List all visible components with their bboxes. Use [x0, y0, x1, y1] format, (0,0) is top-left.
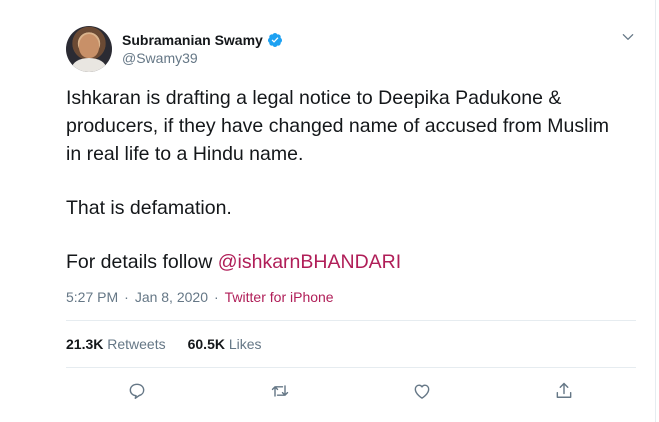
tweet-text: Ishkaran is drafting a legal notice to D… [66, 84, 626, 276]
share-icon [556, 382, 572, 398]
tweet-paragraph-1: Ishkaran is drafting a legal notice to D… [66, 87, 610, 165]
tweet-prefix-text: For details follow [66, 251, 218, 273]
reply-icon [129, 383, 145, 399]
action-bar [0, 380, 655, 402]
author-handle[interactable]: @Swamy39 [122, 50, 198, 66]
like-button[interactable] [411, 380, 433, 402]
author-name[interactable]: Subramanian Swamy [122, 32, 263, 48]
tweet-paragraph-3: For details follow @ishkarnBHANDARI [66, 248, 626, 276]
retweet-button[interactable] [269, 380, 291, 402]
meta-separator: · [124, 289, 129, 305]
mention-link[interactable]: @ishkarnBHANDARI [218, 251, 401, 273]
tweet-paragraph-2: That is defamation. [66, 197, 232, 219]
divider-top [66, 320, 636, 321]
retweets-count: 21.3K [66, 336, 104, 352]
tweet-card: Subramanian Swamy @Swamy39 Ishkaran is d… [0, 0, 656, 422]
retweet-icon [271, 385, 289, 397]
tweet-date[interactable]: Jan 8, 2020 [135, 289, 208, 305]
tweet-stats: 21.3K Retweets 60.5K Likes [66, 336, 284, 352]
likes-count: 60.5K [187, 336, 225, 352]
tweet-source-link[interactable]: Twitter for iPhone [225, 289, 334, 305]
tweet-time[interactable]: 5:27 PM [66, 289, 118, 305]
verified-badge-icon [267, 33, 282, 47]
reply-button[interactable] [126, 380, 148, 402]
author-name-row[interactable]: Subramanian Swamy [122, 31, 283, 49]
avatar[interactable] [66, 26, 112, 72]
retweets-stat[interactable]: 21.3K Retweets [66, 336, 166, 352]
retweets-label: Retweets [107, 336, 166, 352]
chevron-down-icon[interactable] [621, 30, 635, 44]
share-button[interactable] [553, 380, 575, 402]
likes-stat[interactable]: 60.5K Likes [188, 336, 262, 352]
tweet-meta: 5:27 PM · Jan 8, 2020 · Twitter for iPho… [66, 289, 334, 305]
likes-label: Likes [228, 336, 262, 352]
meta-separator-2: · [213, 289, 219, 305]
like-icon [414, 384, 430, 399]
divider-bottom [66, 367, 636, 368]
